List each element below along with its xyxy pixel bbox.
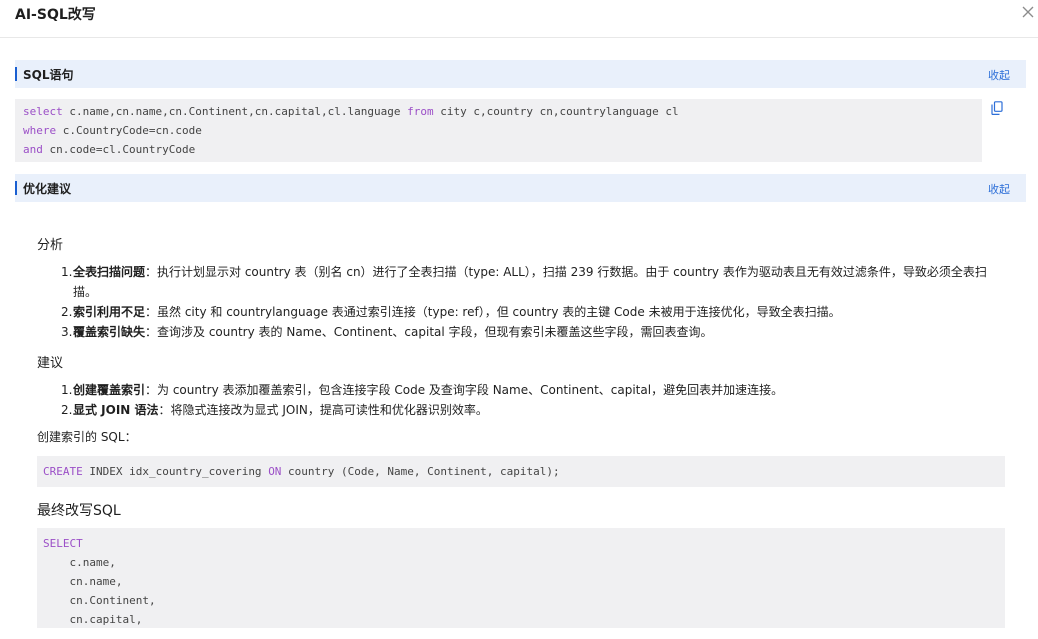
list-item: 1. 全表扫描问题：执行计划显示对 country 表（别名 cn）进行了全表扫描… [37,262,1007,302]
list-item: 2. 显式 JOIN 语法：将隐式连接改为显式 JOIN，提高可读性和优化器识别效… [37,400,1007,420]
dialog-title: AI-SQL改写 [15,7,96,23]
list-item-number: 3. [61,325,73,339]
list-item-text: ：执行计划显示对 country 表（别名 cn）进行了全表扫描（type: A… [73,265,987,299]
code-keyword: select [23,105,63,118]
sql-section-header: SQL语句 收起 [15,60,1026,88]
code-keyword: SELECT [43,537,83,550]
optimization-section-label: 优化建议 [23,182,72,196]
list-item-number: 1. [61,383,73,397]
code-line: cn.name, [43,572,999,591]
code-keyword: and [23,143,43,156]
code-text: c.name, [43,556,116,569]
list-item-title: 索引利用不足 [73,305,146,319]
create-index-code-block: CREATE INDEX idx_country_covering ON cou… [37,456,1005,487]
list-item-text: ：查询涉及 country 表的 Name、Continent、capital … [145,325,713,339]
code-line: cn.Continent, [43,591,999,610]
code-text: cn.Continent, [43,594,156,607]
list-item-text: ：虽然 city 和 countrylanguage 表通过索引连接（type:… [145,305,841,319]
code-line: and cn.code=cl.CountryCode [23,140,974,159]
optimization-collapse-button[interactable]: 收起 [988,181,1010,197]
code-line: SELECT [43,534,999,553]
code-line: CREATE INDEX idx_country_covering ON cou… [43,462,999,481]
code-keyword: ON [268,465,282,478]
list-item: 1. 创建覆盖索引：为 country 表添加覆盖索引，包含连接字段 Code 及… [37,380,1007,400]
code-text: city c,country cn,countrylanguage cl [433,105,679,118]
code-keyword: from [407,105,434,118]
code-line: c.name, [43,553,999,572]
code-text: cn.capital, [43,613,143,626]
close-icon[interactable] [1020,4,1036,20]
suggestions-heading: 建议 [37,356,64,371]
optimization-section-header: 优化建议 收起 [15,174,1026,202]
list-item-title: 全表扫描问题 [73,265,146,279]
code-text: cn.code=cl.CountryCode [42,143,196,156]
code-line: where c.CountryCode=cn.code [23,121,974,140]
list-item-number: 2. [61,403,73,417]
list-item-number: 1. [61,265,73,279]
code-text: c.CountryCode=cn.code [56,124,202,137]
dialog-header: AI-SQL改写 [0,0,1038,38]
analysis-heading: 分析 [37,238,64,253]
list-item-text: ：为 country 表添加覆盖索引，包含连接字段 Code 及查询字段 Nam… [145,383,784,397]
code-text: country (Code, Name, Continent, capital)… [281,465,560,478]
final-sql-code-block: SELECT c.name, cn.name, cn.Continent, cn… [37,528,1005,628]
list-item-title: 创建覆盖索引 [73,383,146,397]
code-text: INDEX idx_country_covering [82,465,269,478]
final-sql-heading: 最终改写SQL [37,503,121,519]
code-line: cn.capital, [43,610,999,628]
sql-section-label: SQL语句 [23,68,74,82]
code-keyword: where [23,124,57,137]
list-item: 3. 覆盖索引缺失：查询涉及 country 表的 Name、Continent、… [37,322,1007,342]
section-accent [15,67,17,81]
optimization-content: 分析 1. 全表扫描问题：执行计划显示对 country 表（别名 cn）进行了全… [37,236,1007,628]
sql-collapse-button[interactable]: 收起 [988,67,1010,83]
section-accent [15,181,17,195]
list-item-number: 2. [61,305,73,319]
suggestions-list: 1. 创建覆盖索引：为 country 表添加覆盖索引，包含连接字段 Code 及… [37,380,1007,420]
list-item-text: ：将隐式连接改为显式 JOIN，提高可读性和优化器识别效率。 [158,403,488,417]
code-text: cn.name, [43,575,123,588]
sql-code-block: select c.name,cn.name,cn.Continent,cn.ca… [15,99,982,162]
list-item-title: 覆盖索引缺失 [73,325,146,339]
code-keyword: CREATE [43,465,83,478]
code-line: select c.name,cn.name,cn.Continent,cn.ca… [23,102,974,121]
analysis-list: 1. 全表扫描问题：执行计划显示对 country 表（别名 cn）进行了全表扫描… [37,262,1007,342]
list-item: 2. 索引利用不足：虽然 city 和 countrylanguage 表通过索引… [37,302,1007,322]
list-item-title: 显式 JOIN 语法 [73,403,159,417]
create-index-label: 创建索引的 SQL： [37,430,137,444]
code-text: c.name,cn.name,cn.Continent,cn.capital,c… [62,105,408,118]
copy-icon[interactable] [991,101,1003,115]
